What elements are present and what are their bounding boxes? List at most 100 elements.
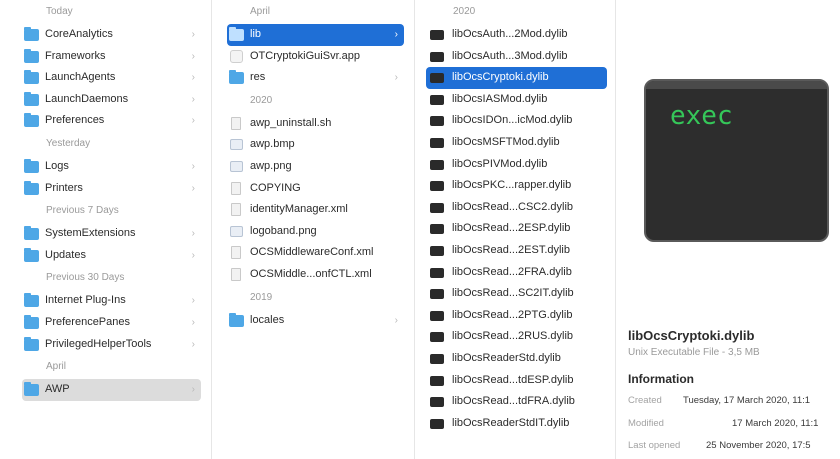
executable-icon: [430, 30, 444, 40]
last-opened-label: Last opened: [628, 440, 681, 451]
item-label: libOcsMSFTMod.dylib: [452, 135, 560, 148]
list-item-identitymanager-xml[interactable]: identityManager.xml: [227, 199, 404, 221]
list-item-privilegedhelpertools[interactable]: PrivilegedHelperTools ›: [22, 334, 201, 356]
item-label: PrivilegedHelperTools: [45, 337, 152, 350]
list-item-libocsiasmod-dylib[interactable]: libOcsIASMod.dylib: [426, 89, 607, 111]
list-item-libocsread-2fra-dylib[interactable]: libOcsRead...2FRA.dylib: [426, 262, 607, 284]
executable-icon: [430, 181, 444, 192]
list-item-libocscryptoki-dylib[interactable]: libOcsCryptoki.dylib: [426, 67, 607, 89]
item-label: libOcsRead...tdFRA.dylib: [452, 395, 575, 408]
folder-icon: [24, 113, 39, 128]
last-opened-row: Last opened 25 November 2020, 17:5: [628, 440, 840, 451]
list-item-lib[interactable]: lib ›: [227, 24, 404, 46]
chevron-right-icon: ›: [191, 338, 195, 350]
list-item-preferencepanes[interactable]: PreferencePanes ›: [22, 312, 201, 334]
list-item-copying[interactable]: COPYING: [227, 178, 404, 200]
list-item-internet-plug-ins[interactable]: Internet Plug-Ins ›: [22, 290, 201, 312]
group-heading: Today: [46, 6, 73, 17]
list-item-systemextensions[interactable]: SystemExtensions ›: [22, 223, 201, 245]
list-item-libocsread-tdesp-dylib[interactable]: libOcsRead...tdESP.dylib: [426, 370, 607, 392]
item-label: Updates: [45, 248, 86, 261]
item-label: LaunchDaemons: [45, 92, 129, 105]
chevron-right-icon: ›: [191, 295, 195, 307]
list-item-launchagents[interactable]: LaunchAgents ›: [22, 67, 201, 89]
item-label: COPYING: [250, 181, 301, 194]
list-item-awp-png[interactable]: awp.png: [227, 156, 404, 178]
list-item-ocsmiddlewareconf-xml[interactable]: OCSMiddlewareConf.xml: [227, 242, 404, 264]
executable-icon: [430, 224, 444, 235]
list-item-libocsread-2ptg-dylib[interactable]: libOcsRead...2PTG.dylib: [426, 305, 607, 327]
group-heading: April: [250, 6, 271, 17]
item-label: libOcsReaderStd.dylib: [452, 351, 561, 364]
list-item-awp[interactable]: AWP ›: [22, 379, 201, 401]
item-label: libOcsReaderStdIT.dylib: [452, 416, 570, 429]
list-item-logs[interactable]: Logs ›: [22, 156, 201, 178]
list-item-libocsauth-2mod-dylib[interactable]: libOcsAuth...2Mod.dylib: [426, 24, 607, 46]
list-item-launchdaemons[interactable]: LaunchDaemons ›: [22, 89, 201, 111]
list-item-frameworks[interactable]: Frameworks ›: [22, 46, 201, 68]
item-label: Preferences: [45, 114, 105, 127]
sidebar-column: Today CoreAnalytics › Frameworks › LaunchAgen…: [0, 0, 212, 459]
list-item-libocsread-csc2-dylib[interactable]: libOcsRead...CSC2.dylib: [426, 197, 607, 219]
executable-icon: [430, 116, 444, 127]
list-item-libocsidon-icmod-dylib[interactable]: libOcsIDOn...icMod.dylib: [426, 110, 607, 132]
folder-icon: [24, 48, 39, 63]
created-row: Created Tuesday, 17 March 2020, 11:1: [628, 395, 840, 406]
list-item-libocsread-2est-dylib[interactable]: libOcsRead...2EST.dylib: [426, 240, 607, 262]
executable-icon: [430, 159, 444, 170]
preview-pane: exec libOcsCryptoki.dylib Unix Executabl…: [617, 0, 840, 459]
list-item-libocsauth-3mod-dylib[interactable]: libOcsAuth...3Mod.dylib: [426, 46, 607, 68]
item-label: libOcsPKC...rapper.dylib: [452, 179, 572, 192]
group-heading: April: [46, 361, 67, 373]
list-item-coreanalytics[interactable]: CoreAnalytics ›: [22, 24, 201, 46]
modified-row: Modified 17 March 2020, 11:1: [628, 418, 840, 429]
executable-icon: [430, 289, 444, 300]
list-item-ocsmiddle-onfctl-xml[interactable]: OCSMiddle...onfCTL.xml: [227, 264, 404, 286]
image-icon: [230, 225, 243, 237]
chevron-right-icon: ›: [191, 29, 195, 40]
folder-icon: [24, 247, 39, 262]
item-label: libOcsAuth...2Mod.dylib: [452, 28, 568, 40]
folder-icon: [24, 158, 39, 173]
folder-icon: [229, 27, 244, 41]
list-item-awp-bmp[interactable]: awp.bmp: [227, 134, 404, 156]
document-icon: [231, 116, 241, 130]
list-item-libocspivmod-dylib[interactable]: libOcsPIVMod.dylib: [426, 154, 607, 176]
document-icon: [231, 203, 241, 217]
executable-icon: [430, 397, 444, 408]
list-item-libocsmsftmod-dylib[interactable]: libOcsMSFTMod.dylib: [426, 132, 607, 154]
item-label: awp.bmp: [250, 138, 295, 151]
list-item-libocsread-2rus-dylib[interactable]: libOcsRead...2RUS.dylib: [426, 326, 607, 348]
list-item-libocsread-2esp-dylib[interactable]: libOcsRead...2ESP.dylib: [426, 218, 607, 240]
modified-value: 17 March 2020, 11:1: [732, 418, 819, 429]
preview-file-kind: Unix Executable File - 3,5 MB: [628, 347, 760, 358]
list-item-updates[interactable]: Updates ›: [22, 245, 201, 267]
list-item-libocsreaderstd-dylib[interactable]: libOcsReaderStd.dylib: [426, 348, 607, 370]
item-label: libOcsRead...2ESP.dylib: [452, 222, 571, 235]
list-item-libocspkc-rapper-dylib[interactable]: libOcsPKC...rapper.dylib: [426, 175, 607, 197]
executable-icon: [430, 202, 444, 213]
list-item-libocsread-tdfra-dylib[interactable]: libOcsRead...tdFRA.dylib: [426, 391, 607, 413]
item-label: lib: [250, 28, 262, 40]
group-heading: 2020: [453, 6, 476, 17]
document-icon: [231, 181, 241, 195]
list-item-locales[interactable]: locales ›: [227, 310, 404, 332]
list-item-awp-uninstall-sh[interactable]: awp_uninstall.sh: [227, 113, 404, 135]
list-item-libocsread-sc2it-dylib[interactable]: libOcsRead...SC2IT.dylib: [426, 283, 607, 305]
chevron-right-icon: ›: [191, 50, 195, 62]
app-icon: [230, 49, 243, 63]
folder-icon: [24, 70, 39, 85]
list-item-libocsreaderstdit-dylib[interactable]: libOcsReaderStdIT.dylib: [426, 413, 607, 435]
created-label: Created: [628, 395, 662, 406]
lib-folder-column: 2020 libOcsAuth...2Mod.dylib libOcsAuth...…: [416, 0, 616, 459]
list-item-preferences[interactable]: Preferences ›: [22, 110, 201, 132]
executable-icon: [430, 353, 444, 364]
list-item-printers[interactable]: Printers ›: [22, 178, 201, 200]
list-item-logoband-png[interactable]: logoband.png: [227, 221, 404, 243]
folder-icon: [24, 293, 39, 308]
executable-icon: [430, 332, 444, 343]
document-icon: [231, 246, 241, 260]
item-label: Logs: [45, 159, 69, 172]
list-item-otcryptokiguisvr-app[interactable]: OTCryptokiGuiSvr.app: [227, 46, 404, 68]
list-item-res[interactable]: res ›: [227, 67, 404, 89]
